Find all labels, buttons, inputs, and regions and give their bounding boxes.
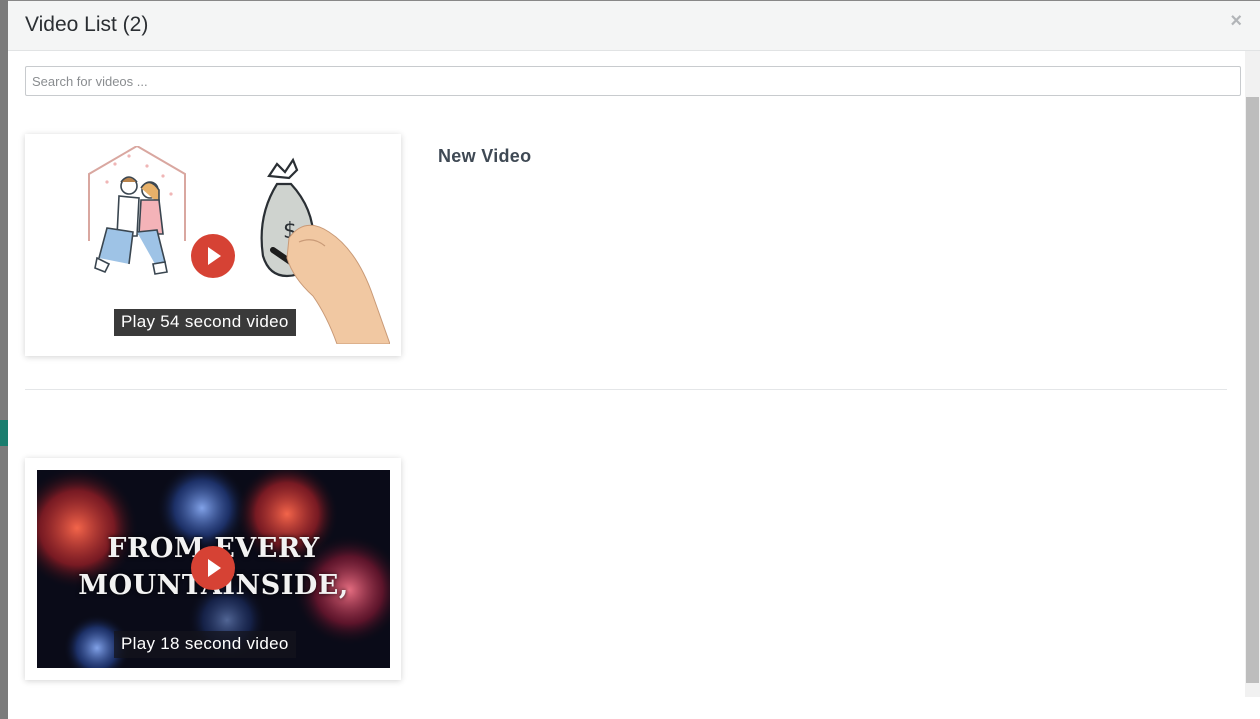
play-caption[interactable]: Play 18 second video xyxy=(114,631,296,658)
video-thumbnail[interactable]: $ Play 54 second video xyxy=(37,146,390,344)
play-button[interactable] xyxy=(191,234,235,278)
video-divider xyxy=(25,389,1227,390)
video-card[interactable]: FROM EVERY MOUNTAINSIDE, Play 18 second … xyxy=(25,458,401,680)
play-caption[interactable]: Play 54 second video xyxy=(114,309,296,336)
modal-header: Video List (2) × xyxy=(8,1,1260,51)
video-title[interactable]: New Video xyxy=(438,146,531,167)
background-page-edge xyxy=(0,0,8,719)
close-icon[interactable]: × xyxy=(1230,11,1242,31)
scrollbar-thumb[interactable] xyxy=(1246,97,1259,683)
video-thumbnail[interactable]: FROM EVERY MOUNTAINSIDE, Play 18 second … xyxy=(37,470,390,668)
video-list-modal: Video List (2) × Search for videos ... $… xyxy=(8,0,1260,719)
search-input[interactable] xyxy=(25,66,1241,96)
scrollbar-track[interactable] xyxy=(1245,51,1260,697)
background-page-accent xyxy=(0,420,8,446)
modal-title: Video List (2) xyxy=(25,13,149,36)
video-card[interactable]: $ Play 54 second video xyxy=(25,134,401,356)
play-button[interactable] xyxy=(191,546,235,590)
